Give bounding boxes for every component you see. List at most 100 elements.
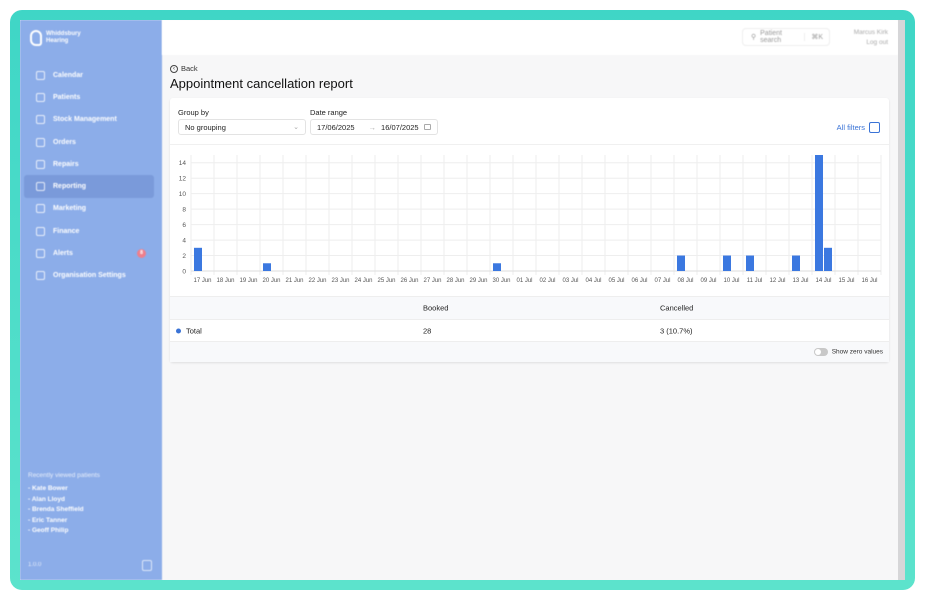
user-menu: Marcus Kirk Log out [854,28,888,48]
back-link[interactable]: ‹ Back [170,64,353,73]
search-icon: ⚲ [751,34,757,41]
recently-viewed-title: Recently viewed patients [28,472,100,479]
bar[interactable] [194,247,202,271]
sidebar-item-label: Alerts [53,250,73,258]
report-card: Group by No grouping ⌄ Date range 17/06/2… [170,98,889,362]
user-name: Marcus Kirk [853,29,888,36]
y-tick-label: 10 [179,191,187,198]
x-tick-label: 10 Jul [723,278,739,284]
group-by-value: No grouping [185,122,226,132]
recent-patient-link[interactable]: - Alan Lloyd [28,496,100,503]
y-tick-label: 8 [182,207,186,214]
x-tick-label: 28 Jun [446,278,464,284]
sidebar-item-label: Reporting [53,183,87,191]
column-header-cancelled: Cancelled [660,303,694,313]
recent-patient-link[interactable]: - Kate Bower [28,485,100,492]
arrow-left-circle-icon: ‹ [170,64,178,73]
x-tick-label: 08 Jul [677,278,693,284]
x-tick-label: 06 Jul [631,278,647,284]
recent-patient-link[interactable]: - Brenda Sheffield [28,506,100,513]
y-tick-label: 4 [182,238,186,245]
panel-expand-icon [869,122,880,133]
show-zero-values-toggle[interactable]: Show zero values [813,348,883,356]
wrench-icon [36,159,45,169]
y-tick-label: 0 [182,269,186,276]
bar[interactable] [677,255,685,271]
sidebar-item-label: Orders [53,138,76,146]
sidebar-item-patients[interactable]: Patients [24,86,154,108]
group-by-label: Group by [178,108,209,117]
x-tick-label: 13 Jul [792,278,808,284]
scrollbar[interactable] [898,20,905,580]
bar[interactable] [815,155,823,271]
date-from[interactable]: 17/06/2025 [317,123,355,132]
recent-patient-link[interactable]: - Geoff Philip [28,527,100,534]
chevron-down-icon: ⌄ [293,124,299,131]
chart-pie-icon [36,182,45,192]
x-tick-label: 19 Jun [239,278,257,284]
x-tick-label: 29 Jun [469,278,487,284]
sidebar-item-stock-management[interactable]: Stock Management [24,109,154,131]
bar[interactable] [263,263,271,271]
date-range-label: Date range [310,108,348,117]
sidebar-item-marketing[interactable]: Marketing [24,198,154,220]
x-tick-label: 11 Jul [747,278,763,284]
collapse-sidebar-icon[interactable] [142,560,152,571]
logo[interactable]: Whiddsbury Hearing [30,30,81,46]
sidebar-item-alerts[interactable]: Alerts 8 [24,242,154,264]
bar[interactable] [824,247,832,271]
patients-icon [36,92,45,102]
toggle-switch[interactable] [813,348,828,356]
x-tick-label: 22 Jun [308,278,326,284]
app-window: Whiddsbury Hearing Calendar Patients Stock … [20,20,905,580]
all-filters-button[interactable]: All filters [837,122,880,133]
sidebar-item-label: Stock Management [53,116,117,124]
bar-chart: 0 2 4 6 8 10 12 14 17 Jun 18 Jun 19 Jun 20 Jun 21 Ju… [179,155,882,284]
brand-name: Whiddsbury [46,31,81,37]
x-tick-label: 15 Jul [838,278,854,284]
bar[interactable] [792,255,800,271]
sidebar-item-repairs[interactable]: Repairs [24,153,154,175]
box-icon [36,115,45,125]
bar[interactable] [493,263,501,271]
sidebar-item-label: Calendar [53,71,83,79]
sidebar-item-finance[interactable]: Finance [24,220,154,242]
x-tick-label: 26 Jun [400,278,418,284]
version-label: 1.0.0 [28,562,42,568]
patient-search-input[interactable]: ⚲ Patient search ⌘K [742,28,830,46]
date-range-picker[interactable]: 17/06/2025 → 16/07/2025 [310,119,438,135]
group-by-select[interactable]: No grouping ⌄ [178,119,306,135]
sidebar-item-orders[interactable]: Orders [24,131,154,153]
x-tick-label: 25 Jun [377,278,395,284]
table-row: Total 28 3 (10.7%) [170,320,889,342]
x-tick-label: 17 Jun [193,278,211,284]
x-tick-label: 03 Jul [562,278,578,284]
sidebar-item-reporting[interactable]: Reporting [24,175,154,198]
booked-value: 28 [423,326,432,335]
table-footer: Show zero values [170,342,889,362]
y-tick-label: 2 [182,253,186,260]
bar[interactable] [746,255,754,271]
sidebar-item-calendar[interactable]: Calendar [24,64,154,86]
orders-icon [36,137,45,147]
recently-viewed: Recently viewed patients - Kate Bower - A… [28,472,100,538]
sidebar-item-label: Repairs [53,160,79,168]
sidebar: Whiddsbury Hearing Calendar Patients Stock … [20,20,162,580]
gear-icon [36,271,45,281]
x-tick-label: 27 Jun [423,278,441,284]
divider [170,144,889,145]
x-tick-label: 01 Jul [516,278,532,284]
page-title: Appointment cancellation report [170,76,353,91]
y-tick-label: 14 [179,160,187,167]
date-to[interactable]: 16/07/2025 [381,123,419,132]
bar[interactable] [723,255,731,271]
sidebar-item-organisation-settings[interactable]: Organisation Settings [24,265,154,287]
calendar-icon [424,124,431,130]
x-tick-label: 05 Jul [608,278,624,284]
arrow-right-icon: → [368,122,377,132]
recent-patient-link[interactable]: - Eric Tanner [28,517,100,524]
logout-link[interactable]: Log out [854,38,888,48]
x-tick-label: 12 Jul [769,278,785,284]
sidebar-item-label: Marketing [53,205,87,213]
topbar: ⚲ Patient search ⌘K Marcus Kirk Log out [162,20,898,55]
